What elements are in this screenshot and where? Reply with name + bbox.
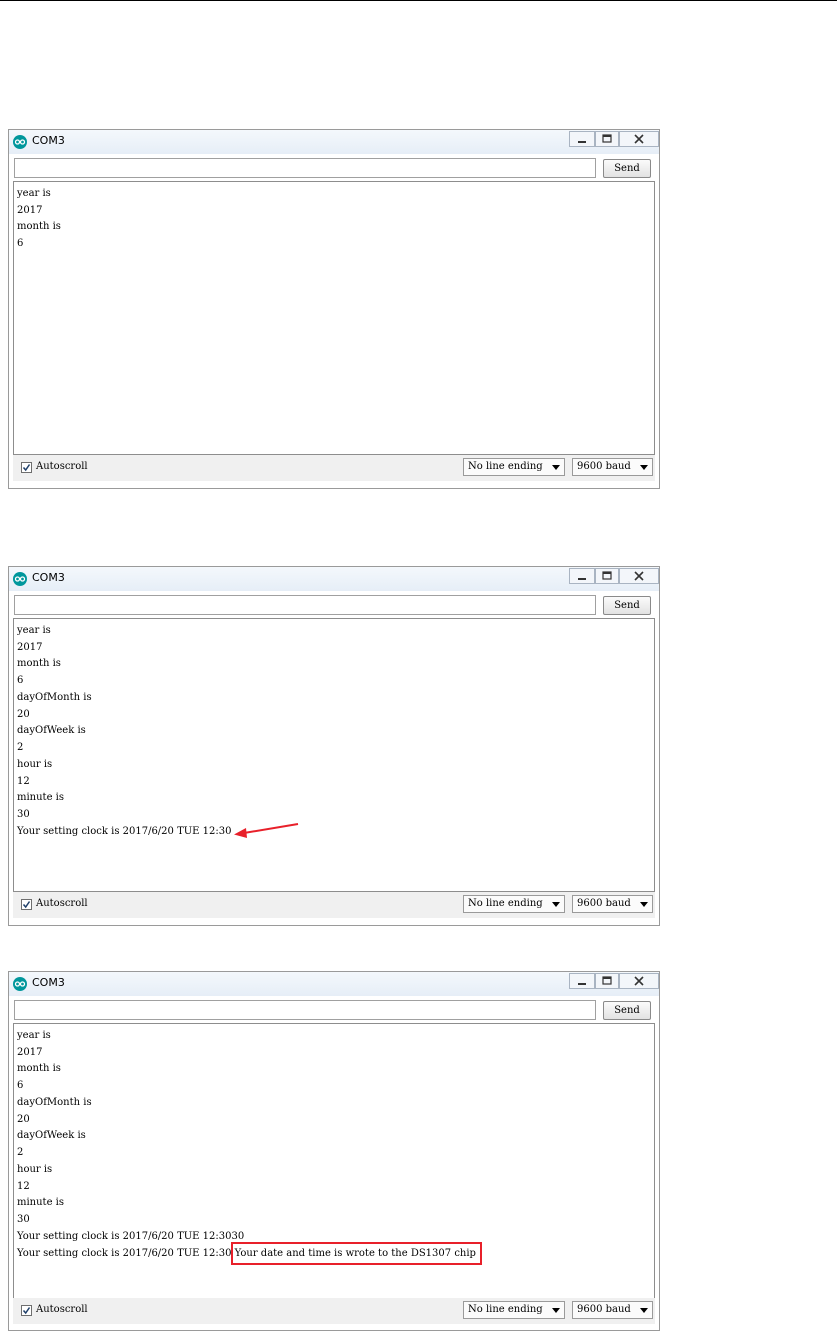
- chevron-down-icon: [552, 1308, 560, 1313]
- output-line: month is: [17, 1063, 61, 1074]
- output-line: month is: [17, 658, 61, 669]
- close-button[interactable]: [619, 131, 659, 147]
- maximize-button[interactable]: [595, 568, 619, 584]
- page-top-rule: [0, 0, 837, 1]
- autoscroll-checkbox[interactable]: [21, 899, 32, 910]
- autoscroll-label: Autoscroll: [36, 461, 88, 472]
- output-line: minute is: [17, 1197, 65, 1208]
- window-title: COM3: [32, 134, 65, 147]
- output-line: 2: [17, 1147, 24, 1158]
- window-title: COM3: [32, 976, 65, 989]
- arduino-icon: [13, 572, 27, 586]
- baud-select[interactable]: 9600 baud: [572, 1301, 653, 1319]
- line-ending-value: No line ending: [468, 461, 543, 472]
- serial-input-field[interactable]: [14, 1000, 596, 1020]
- serial-input-field[interactable]: [14, 158, 596, 178]
- maximize-button[interactable]: [595, 973, 619, 989]
- red-arrow-annotation: [234, 823, 299, 838]
- serial-monitor-window-2: COM3 Send year is 2017 month is 6 dayOfM…: [8, 566, 660, 926]
- send-button[interactable]: Send: [603, 159, 651, 178]
- line-ending-value: No line ending: [468, 1304, 543, 1315]
- output-line: dayOfWeek is: [17, 725, 86, 736]
- output-line: 20: [17, 709, 30, 720]
- baud-value: 9600 baud: [577, 898, 631, 909]
- output-line: 2017: [17, 205, 43, 216]
- red-highlight-box: [231, 1242, 482, 1265]
- output-line: 12: [17, 1181, 30, 1192]
- autoscroll-label: Autoscroll: [36, 898, 88, 909]
- output-line: 6: [17, 238, 24, 249]
- serial-monitor-window-1: COM3 Send year is 2017 month is 6 Autosc…: [8, 129, 660, 489]
- footer-bar: Autoscroll No line ending 9600 baud: [13, 892, 655, 918]
- close-button[interactable]: [619, 973, 659, 989]
- minimize-button[interactable]: [569, 973, 595, 989]
- chevron-down-icon: [552, 465, 560, 470]
- send-button[interactable]: Send: [603, 596, 651, 615]
- output-line: 6: [17, 675, 24, 686]
- line-ending-select[interactable]: No line ending: [463, 1301, 565, 1319]
- output-line: 30: [17, 809, 30, 820]
- chevron-down-icon: [640, 1308, 648, 1313]
- arduino-icon: [13, 977, 27, 991]
- autoscroll-checkbox[interactable]: [21, 1305, 32, 1316]
- minimize-button[interactable]: [569, 568, 595, 584]
- footer-bar: Autoscroll No line ending 9600 baud: [13, 1298, 655, 1324]
- output-line: year is: [17, 625, 51, 636]
- serial-input-field[interactable]: [14, 595, 596, 615]
- output-line: 2017: [17, 1047, 43, 1058]
- line-ending-select[interactable]: No line ending: [463, 895, 565, 913]
- output-line: hour is: [17, 759, 53, 770]
- output-line: 2017: [17, 642, 43, 653]
- output-line: 12: [17, 776, 30, 787]
- footer-bar: Autoscroll No line ending 9600 baud: [13, 455, 655, 481]
- output-line: Your setting clock is 2017/6/20 TUE 12:3…: [17, 826, 232, 837]
- line-ending-value: No line ending: [468, 898, 543, 909]
- baud-select[interactable]: 9600 baud: [572, 895, 653, 913]
- maximize-button[interactable]: [595, 131, 619, 147]
- autoscroll-label: Autoscroll: [36, 1304, 88, 1315]
- output-line: dayOfWeek is: [17, 1130, 86, 1141]
- close-button[interactable]: [619, 568, 659, 584]
- autoscroll-checkbox[interactable]: [21, 462, 32, 473]
- title-bar: COM3: [9, 972, 659, 996]
- output-line: 20: [17, 1114, 30, 1125]
- output-line: Your setting clock is 2017/6/20 TUE 12:3…: [17, 1231, 245, 1242]
- baud-select[interactable]: 9600 baud: [572, 458, 653, 476]
- output-line: 6: [17, 1080, 24, 1091]
- output-line: 30: [17, 1214, 30, 1225]
- output-line: hour is: [17, 1164, 53, 1175]
- minimize-button[interactable]: [569, 131, 595, 147]
- baud-value: 9600 baud: [577, 461, 631, 472]
- output-line: year is: [17, 188, 51, 199]
- output-line: dayOfMonth is: [17, 1097, 92, 1108]
- send-button[interactable]: Send: [603, 1001, 651, 1020]
- chevron-down-icon: [640, 465, 648, 470]
- output-line: minute is: [17, 792, 65, 803]
- baud-value: 9600 baud: [577, 1304, 631, 1315]
- output-line: dayOfMonth is: [17, 692, 92, 703]
- serial-monitor-window-3: COM3 Send year is 2017 month is 6 dayOfM…: [8, 971, 660, 1331]
- output-line: 2: [17, 742, 24, 753]
- window-title: COM3: [32, 571, 65, 584]
- line-ending-select[interactable]: No line ending: [463, 458, 565, 476]
- arduino-icon: [13, 135, 27, 149]
- title-bar: COM3: [9, 567, 659, 591]
- chevron-down-icon: [640, 902, 648, 907]
- chevron-down-icon: [552, 902, 560, 907]
- title-bar: COM3: [9, 130, 659, 154]
- output-line: month is: [17, 221, 61, 232]
- serial-output-area: year is 2017 month is 6 dayOfMonth is 20…: [13, 618, 655, 892]
- output-line: year is: [17, 1030, 51, 1041]
- serial-output-area: year is 2017 month is 6: [13, 181, 655, 455]
